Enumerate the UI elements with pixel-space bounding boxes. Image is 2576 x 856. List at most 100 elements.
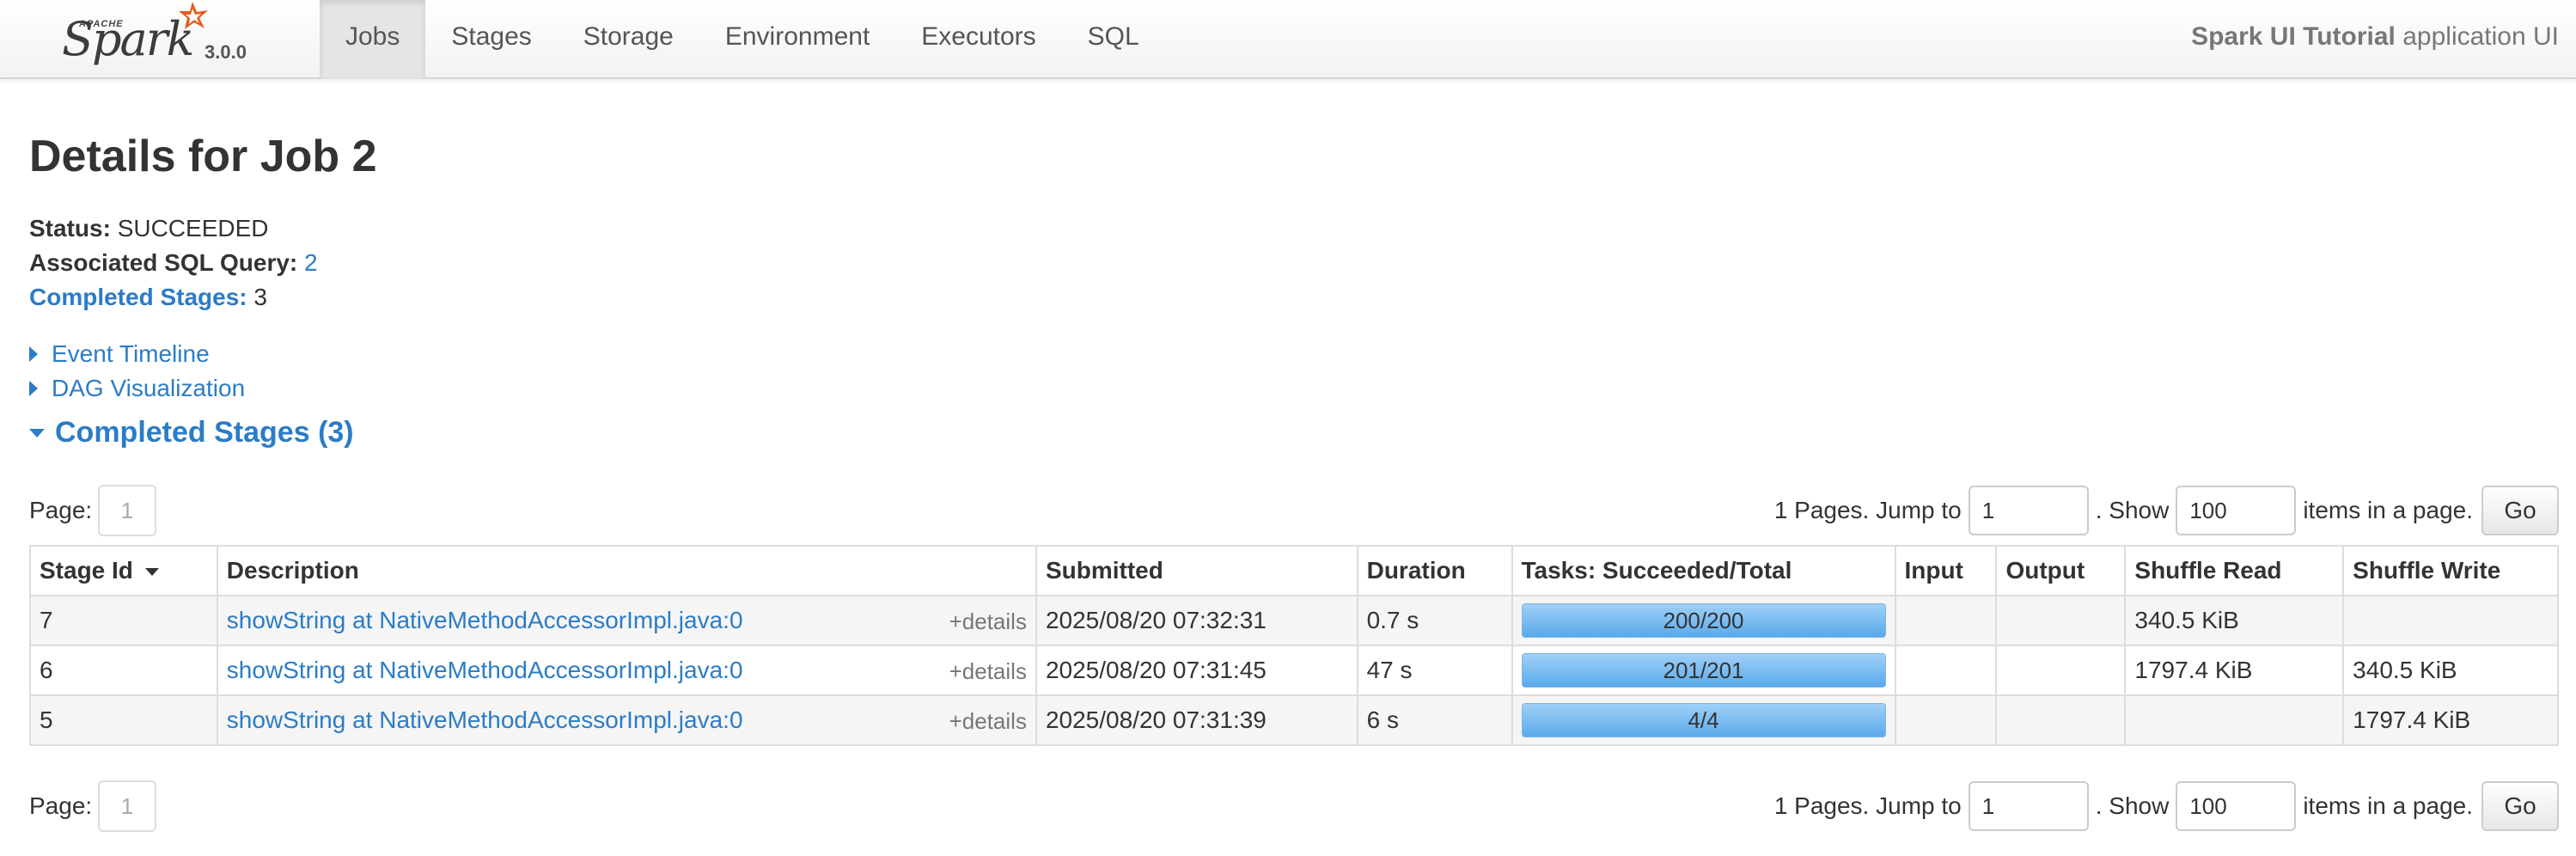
shuffle-read-cell: 1797.4 KiB (2124, 645, 2345, 696)
stage-description-link[interactable]: showString at NativeMethodAccessorImpl.j… (227, 657, 743, 683)
tasks-progress-bar: 200/200 (1521, 603, 1886, 638)
tab-sql[interactable]: SQL (1062, 0, 1165, 79)
tasks-progress-bar: 201/201 (1521, 653, 1886, 688)
output-cell (1995, 645, 2127, 696)
show-text: . Show (2095, 497, 2170, 523)
stage-id-cell: 7 (29, 595, 218, 646)
nav-tabs: Jobs Stages Storage Environment Executor… (320, 0, 1165, 79)
jump-to-page-input[interactable] (1968, 781, 2089, 831)
input-cell (1894, 694, 1998, 746)
duration-cell: 0.7 s (1356, 595, 1513, 646)
header-duration[interactable]: Duration (1356, 545, 1513, 596)
output-cell (1995, 694, 2127, 746)
header-shuffle-read[interactable]: Shuffle Read (2124, 545, 2345, 596)
tab-storage[interactable]: Storage (558, 0, 699, 79)
tab-stages[interactable]: Stages (425, 0, 557, 79)
status-label: Status: (29, 215, 111, 242)
items-in-page-text: items in a page. (2303, 497, 2473, 523)
completed-stages-link[interactable]: Completed Stages: (29, 284, 247, 310)
header-stage-id[interactable]: Stage Id (29, 545, 218, 596)
dag-visualization-toggle[interactable]: DAG Visualization (29, 375, 245, 402)
pagination-bottom: Page: 1 1 Pages. Jump to . Show items in… (29, 780, 2559, 832)
spark-logo[interactable]: APACHE Spark 3.0.0 (53, 0, 277, 79)
sql-query-link[interactable]: 2 (304, 249, 318, 276)
description-cell: showString at NativeMethodAccessorImpl.j… (216, 694, 1037, 746)
progress-text: 4/4 (1688, 707, 1719, 733)
pagination-controls: 1 Pages. Jump to . Show items in a page.… (1774, 485, 2559, 536)
shuffle-write-cell: 1797.4 KiB (2342, 694, 2559, 746)
details-toggle[interactable]: +details (949, 608, 1027, 635)
page-size-input[interactable] (2176, 486, 2297, 535)
submitted-cell: 2025/08/20 07:31:39 (1035, 694, 1358, 746)
app-suffix: application UI (2395, 22, 2559, 51)
stage-description-link[interactable]: showString at NativeMethodAccessorImpl.j… (227, 607, 743, 633)
tasks-progress-bar: 4/4 (1521, 703, 1886, 737)
pages-jump-text: 1 Pages. Jump to (1773, 792, 1962, 819)
description-cell: showString at NativeMethodAccessorImpl.j… (216, 595, 1037, 646)
tab-jobs[interactable]: Jobs (320, 0, 426, 79)
page-label: Page: (29, 497, 93, 523)
submitted-cell: 2025/08/20 07:32:31 (1035, 595, 1358, 646)
input-cell (1894, 595, 1998, 646)
header-submitted[interactable]: Submitted (1035, 545, 1358, 596)
table-row: 7 showString at NativeMethodAccessorImpl… (29, 595, 2559, 646)
header-shuffle-write[interactable]: Shuffle Write (2342, 545, 2559, 596)
header-input[interactable]: Input (1894, 545, 1998, 596)
output-cell (1995, 595, 2127, 646)
stage-id-cell: 6 (29, 645, 218, 696)
brand-spark-text: Spark (62, 12, 194, 66)
stage-description-link[interactable]: showString at NativeMethodAccessorImpl.j… (227, 706, 743, 733)
completed-stages-table: Stage Id Description Submitted Duration … (29, 545, 2559, 746)
progress-text: 200/200 (1663, 608, 1744, 633)
status-value: SUCCEEDED (117, 215, 269, 242)
pagination-top: Page: 1 1 Pages. Jump to . Show items in… (29, 485, 2559, 536)
go-button[interactable]: Go (2481, 486, 2559, 535)
submitted-cell: 2025/08/20 07:31:45 (1035, 645, 1358, 696)
page-number-button[interactable]: 1 (98, 485, 156, 536)
completed-stages-section-toggle[interactable]: Completed Stages (3) (29, 416, 354, 449)
event-timeline-toggle[interactable]: Event Timeline (29, 340, 210, 368)
application-title: Spark UI Tutorial application UI (2191, 0, 2559, 79)
sql-query-label: Associated SQL Query: (29, 249, 298, 276)
table-row: 6 showString at NativeMethodAccessorImpl… (29, 645, 2559, 696)
page-size-input[interactable] (2176, 781, 2297, 831)
details-toggle[interactable]: +details (949, 708, 1027, 735)
description-cell: showString at NativeMethodAccessorImpl.j… (216, 645, 1037, 696)
tasks-cell: 200/200 (1511, 595, 1896, 646)
caret-down-icon (29, 428, 45, 437)
go-button[interactable]: Go (2481, 781, 2559, 831)
event-timeline-label: Event Timeline (52, 340, 210, 367)
sort-desc-icon (144, 568, 159, 577)
page-number-button[interactable]: 1 (98, 780, 156, 832)
jump-to-page-input[interactable] (1968, 486, 2089, 535)
shuffle-write-cell (2342, 595, 2559, 646)
spark-version: 3.0.0 (204, 41, 247, 63)
page-title: Details for Job 2 (29, 131, 377, 181)
stage-id-cell: 5 (29, 694, 218, 746)
tab-executors[interactable]: Executors (895, 0, 1061, 79)
table-header-row: Stage Id Description Submitted Duration … (29, 545, 2559, 596)
table-row: 5 showString at NativeMethodAccessorImpl… (29, 694, 2559, 746)
caret-right-icon (29, 381, 38, 396)
show-text: . Show (2095, 792, 2170, 819)
shuffle-read-cell (2124, 694, 2345, 746)
pagination-controls: 1 Pages. Jump to . Show items in a page.… (1774, 780, 2559, 832)
duration-cell: 6 s (1356, 694, 1513, 746)
completed-stages-row: Completed Stages: 3 (29, 280, 318, 315)
header-output[interactable]: Output (1995, 545, 2127, 596)
sql-query-row: Associated SQL Query: 2 (29, 246, 318, 280)
header-description[interactable]: Description (216, 545, 1037, 596)
shuffle-write-cell: 340.5 KiB (2342, 645, 2559, 696)
status-row: Status: SUCCEEDED (29, 211, 318, 246)
top-navbar: APACHE Spark 3.0.0 Jobs Stages Storage E… (0, 0, 2576, 79)
tasks-cell: 201/201 (1511, 645, 1896, 696)
tab-environment[interactable]: Environment (699, 0, 895, 79)
progress-text: 201/201 (1663, 657, 1744, 683)
header-tasks[interactable]: Tasks: Succeeded/Total (1511, 545, 1896, 596)
pages-jump-text: 1 Pages. Jump to (1773, 497, 1962, 523)
page-label: Page: (29, 792, 93, 819)
completed-stages-title: Completed Stages (3) (55, 416, 354, 449)
details-toggle[interactable]: +details (949, 658, 1027, 685)
items-in-page-text: items in a page. (2303, 792, 2473, 819)
caret-right-icon (29, 346, 38, 362)
